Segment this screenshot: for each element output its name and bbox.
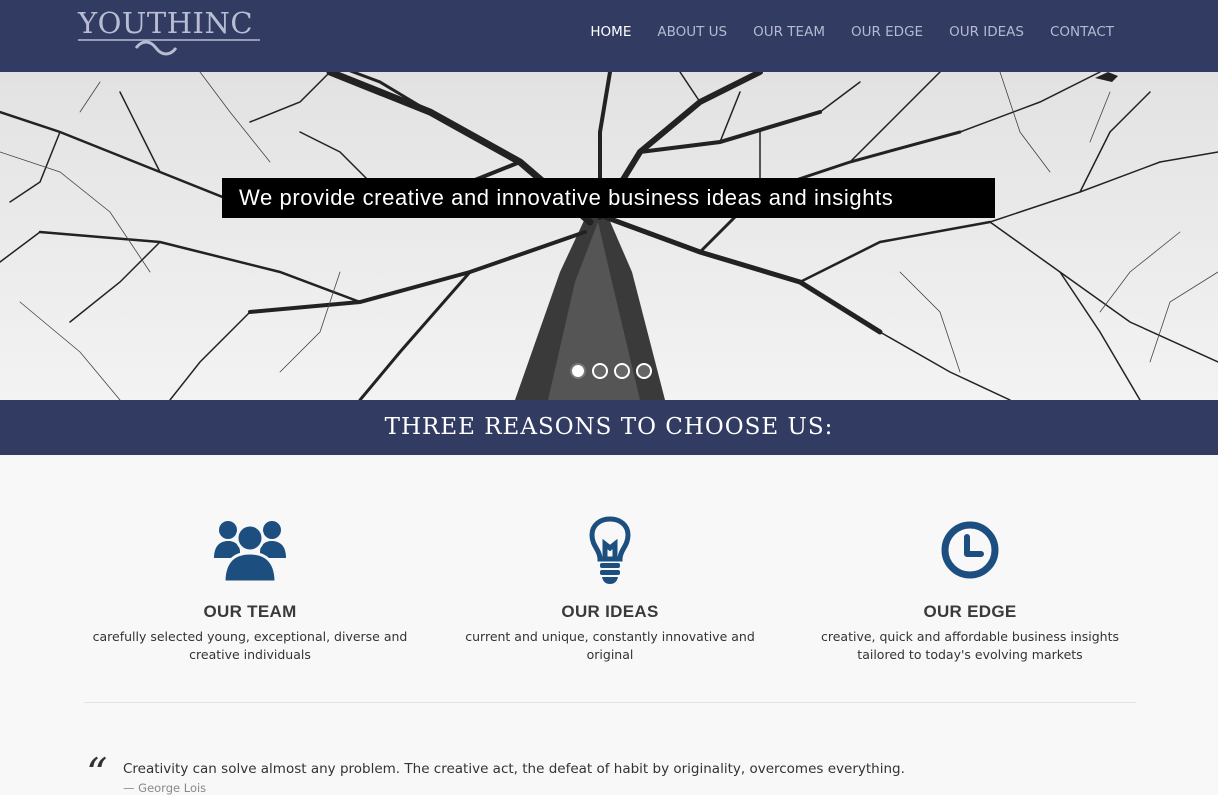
reasons-band: THREE REASONS TO CHOOSE US: <box>0 400 1218 455</box>
main-nav: HOME ABOUT US OUR TEAM OUR EDGE OUR IDEA… <box>590 24 1114 40</box>
nav-home[interactable]: HOME <box>590 24 631 40</box>
clock-icon <box>941 521 999 579</box>
feature-our-team: OUR TEAM carefully selected young, excep… <box>85 510 415 664</box>
slider-dot-3[interactable] <box>614 363 630 379</box>
feature-text: carefully selected young, exceptional, d… <box>92 629 408 662</box>
navbar: YOUTHINC HOME ABOUT US OUR TEAM OUR EDGE… <box>0 0 1218 72</box>
nav-contact[interactable]: CONTACT <box>1050 24 1114 40</box>
quote-text: Creativity can solve almost any problem.… <box>123 761 905 777</box>
nav-our-ideas[interactable]: OUR IDEAS <box>949 24 1024 40</box>
logo[interactable]: YOUTHINC <box>78 4 260 58</box>
feature-our-ideas: OUR IDEAS current and unique, constantly… <box>445 510 775 664</box>
feature-our-edge: OUR EDGE creative, quick and affordable … <box>805 510 1135 664</box>
quote-mark-icon: “ <box>86 749 108 795</box>
nav-our-team[interactable]: OUR TEAM <box>753 24 825 40</box>
nav-about-us[interactable]: ABOUT US <box>657 24 727 40</box>
feature-title: OUR EDGE <box>923 602 1017 621</box>
feature-title: OUR IDEAS <box>561 602 659 621</box>
team-icon <box>214 521 286 584</box>
feature-text: current and unique, constantly innovativ… <box>465 629 755 662</box>
slider-dot-2[interactable] <box>592 363 608 379</box>
hero-tree-image <box>0 72 1218 400</box>
hero-caption: We provide creative and innovative busin… <box>222 178 995 218</box>
nav-our-edge[interactable]: OUR EDGE <box>851 24 923 40</box>
lightbulb-icon <box>589 516 631 584</box>
slider-dot-4[interactable] <box>636 363 652 379</box>
quote-author: — George Lois <box>123 781 207 795</box>
feature-text: creative, quick and affordable business … <box>820 629 1119 662</box>
feature-title: OUR TEAM <box>203 602 297 621</box>
reasons-heading: THREE REASONS TO CHOOSE US: <box>384 414 834 440</box>
slider-dot-1[interactable] <box>570 363 586 379</box>
section-divider <box>84 702 1136 703</box>
slider-dots <box>570 363 652 379</box>
logo-underline-wave <box>78 39 260 56</box>
hero-slider: We provide creative and innovative busin… <box>0 72 1218 400</box>
